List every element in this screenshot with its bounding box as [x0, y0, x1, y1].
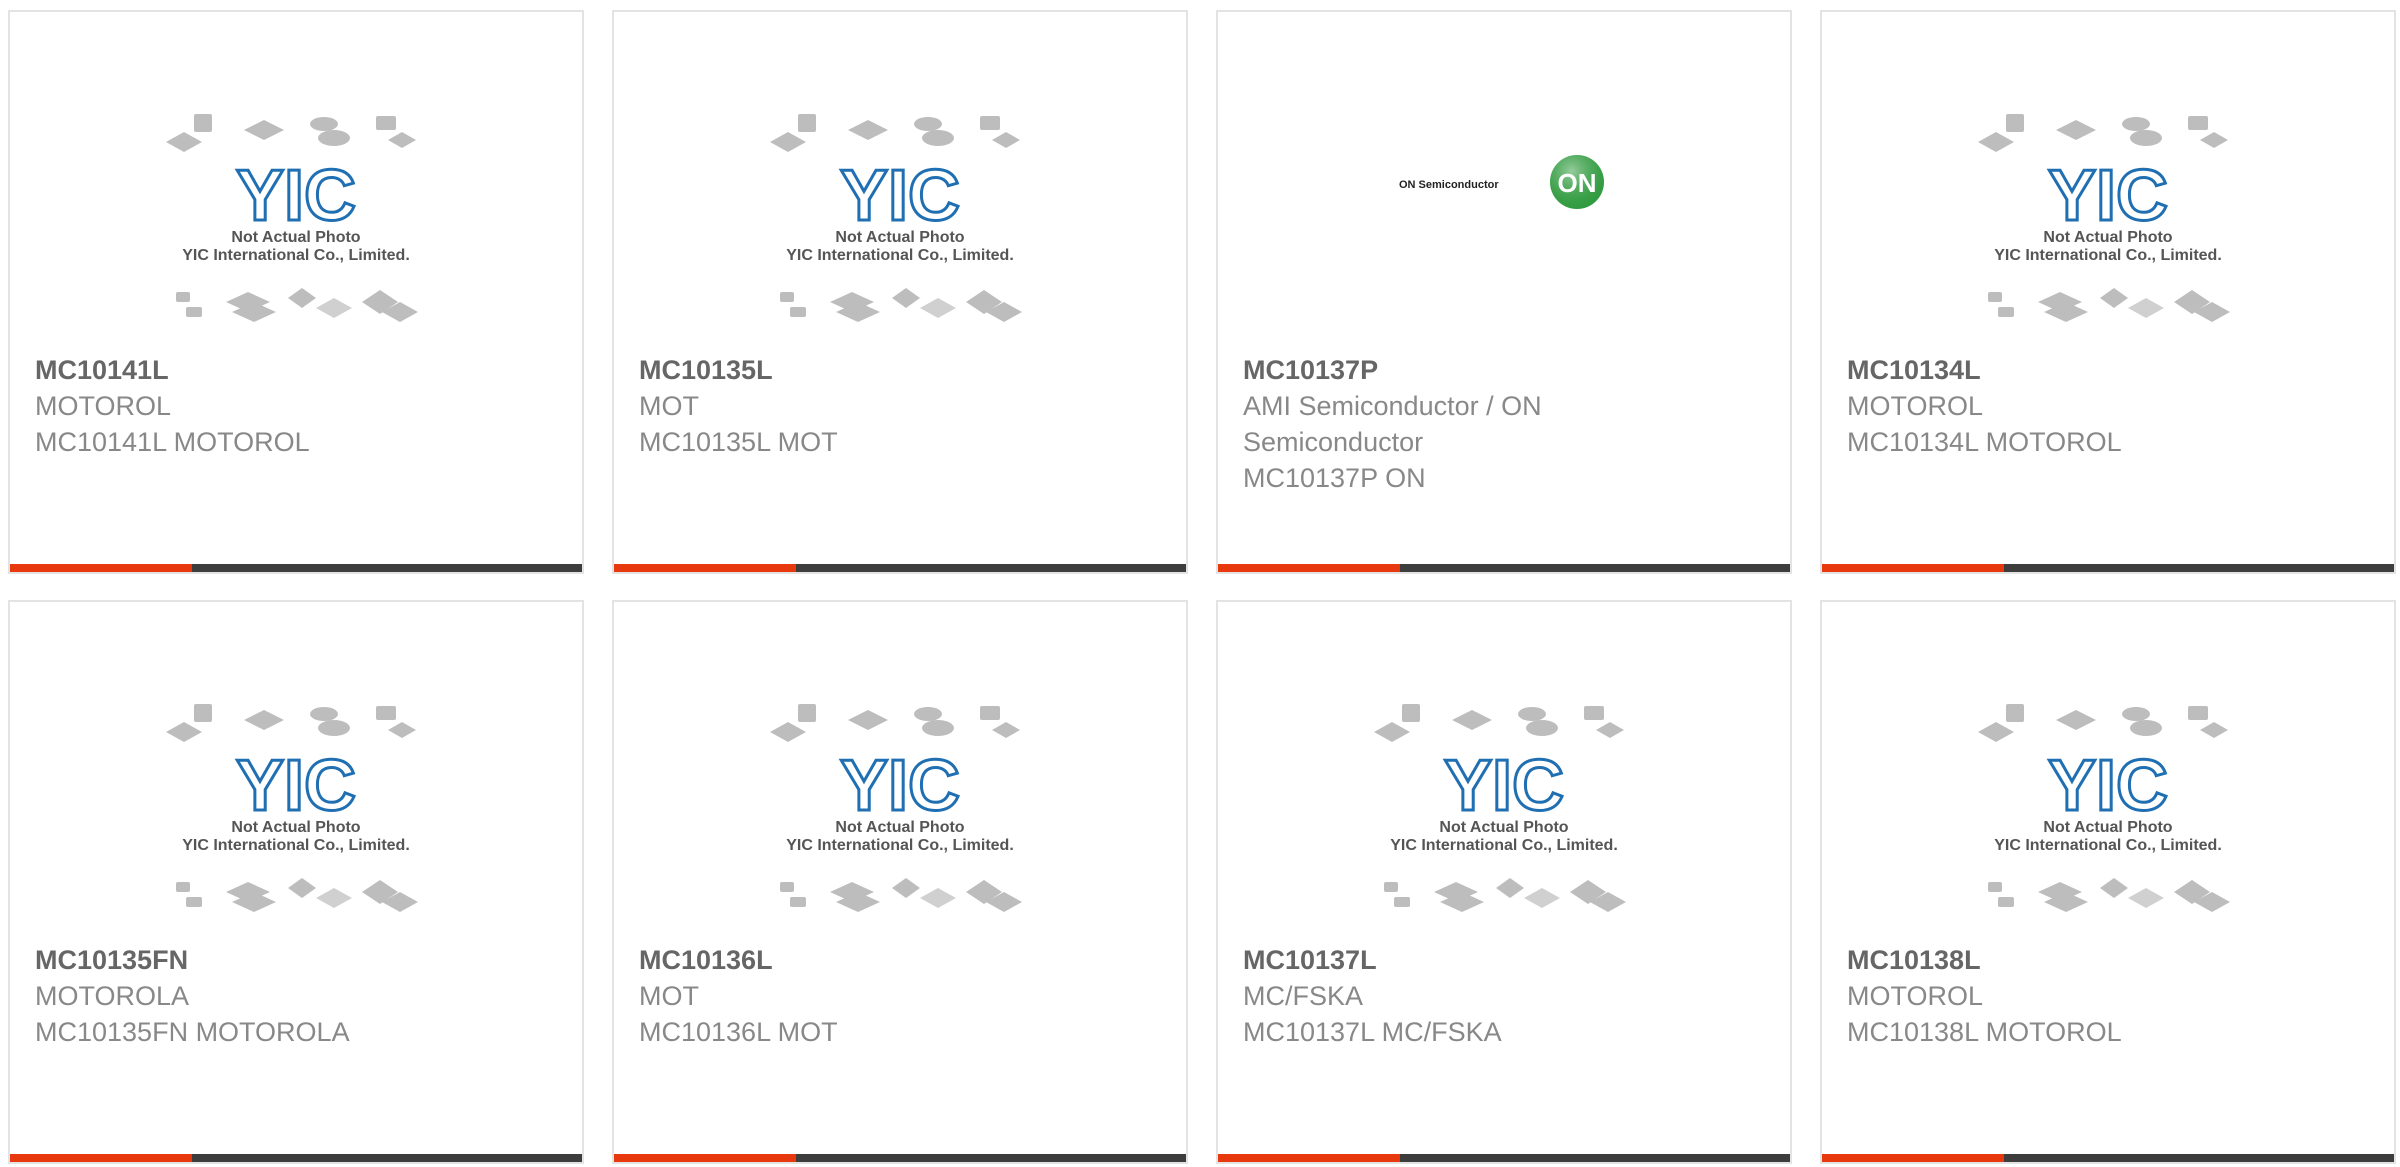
manufacturer: MOTOROL: [1847, 391, 1984, 421]
description: MC10136L MOT: [639, 1017, 838, 1047]
yic-logo-text: YIC: [1444, 746, 1564, 826]
part-number[interactable]: MC10135L: [639, 352, 1161, 388]
part-number[interactable]: MC10135FN: [35, 942, 557, 978]
yic-logo-text: YIC: [2048, 156, 2168, 236]
product-image[interactable]: Not Actual Photo YIC International Co., …: [1822, 102, 2394, 352]
product-card[interactable]: Not Actual Photo YIC International Co., …: [8, 600, 584, 1164]
product-image[interactable]: Not Actual Photo YIC International Co., …: [1218, 692, 1790, 942]
description: MC10141L MOTOROL: [35, 427, 310, 457]
description: MC10137P ON: [1243, 463, 1426, 493]
manufacturer: MOTOROL: [1847, 981, 1984, 1011]
placeholder-line2: YIC International Co., Limited.: [786, 837, 1014, 854]
product-card[interactable]: Not Actual Photo YIC International Co., …: [612, 10, 1188, 574]
placeholder-line2: YIC International Co., Limited.: [786, 247, 1014, 264]
description: MC10135FN MOTOROLA: [35, 1017, 350, 1047]
manufacturer: MOT: [639, 981, 699, 1011]
product-card[interactable]: Not Actual Photo YIC International Co., …: [612, 600, 1188, 1164]
product-image[interactable]: Not Actual Photo YIC International Co., …: [10, 692, 582, 942]
part-number[interactable]: MC10141L: [35, 352, 557, 388]
yic-logo-text: YIC: [840, 156, 960, 236]
card-accent-bar: [10, 564, 192, 572]
card-accent-bar: [1822, 564, 2004, 572]
manufacturer: MOTOROL: [35, 391, 172, 421]
manufacturer: MOTOROLA: [35, 981, 190, 1011]
yic-placeholder-image: Not Actual Photo YIC International Co., …: [1978, 114, 2230, 322]
product-card[interactable]: Not Actual Photo YIC International Co., …: [1820, 600, 2396, 1164]
part-number[interactable]: MC10137P: [1243, 352, 1765, 388]
product-image[interactable]: Not Actual Photo YIC International Co., …: [614, 102, 1186, 352]
manufacturer: AMI Semiconductor / ON Semiconductor: [1243, 391, 1542, 457]
manufacturer: MOT: [639, 391, 699, 421]
card-accent-bar: [10, 1154, 192, 1162]
placeholder-line2: YIC International Co., Limited.: [1994, 247, 2222, 264]
product-card[interactable]: ON Semiconductor ON MC10137P AMI Semicon…: [1216, 10, 1792, 574]
product-grid: Not Actual Photo YIC International Co., …: [0, 0, 2400, 1167]
yic-placeholder-image: Not Actual Photo YIC International Co., …: [770, 114, 1022, 322]
yic-placeholder-image: Not Actual Photo YIC International Co., …: [770, 704, 1022, 912]
placeholder-line2: YIC International Co., Limited.: [182, 837, 410, 854]
yic-logo-text: YIC: [236, 746, 356, 826]
card-accent-bar: [614, 1154, 796, 1162]
product-image[interactable]: ON Semiconductor ON: [1218, 152, 1790, 212]
product-image[interactable]: Not Actual Photo YIC International Co., …: [614, 692, 1186, 942]
on-badge-text: ON: [1558, 168, 1597, 198]
description: MC10134L MOTOROL: [1847, 427, 2122, 457]
on-wordmark: ON Semiconductor: [1399, 179, 1499, 191]
part-number[interactable]: MC10138L: [1847, 942, 2369, 978]
manufacturer: MC/FSKA: [1243, 981, 1364, 1011]
description: MC10135L MOT: [639, 427, 838, 457]
on-semiconductor-logo: ON Semiconductor ON: [1399, 155, 1604, 209]
yic-placeholder-image: Not Actual Photo YIC International Co., …: [1374, 704, 1626, 912]
yic-logo-text: YIC: [840, 746, 960, 826]
yic-logo-text: YIC: [236, 156, 356, 236]
product-card[interactable]: Not Actual Photo YIC International Co., …: [1216, 600, 1792, 1164]
part-number[interactable]: MC10134L: [1847, 352, 2369, 388]
product-card[interactable]: Not Actual Photo YIC International Co., …: [1820, 10, 2396, 574]
product-card[interactable]: Not Actual Photo YIC International Co., …: [8, 10, 584, 574]
part-number[interactable]: MC10136L: [639, 942, 1161, 978]
yic-placeholder-image: Not Actual Photo YIC International Co., …: [166, 114, 418, 322]
part-number[interactable]: MC10137L: [1243, 942, 1765, 978]
description: MC10138L MOTOROL: [1847, 1017, 2122, 1047]
yic-placeholder-image: Not Actual Photo YIC International Co., …: [1978, 704, 2230, 912]
card-accent-bar: [1218, 1154, 1400, 1162]
product-image[interactable]: Not Actual Photo YIC International Co., …: [10, 102, 582, 352]
placeholder-line2: YIC International Co., Limited.: [1994, 837, 2222, 854]
product-image[interactable]: Not Actual Photo YIC International Co., …: [1822, 692, 2394, 942]
description: MC10137L MC/FSKA: [1243, 1017, 1502, 1047]
yic-logo-text: YIC: [2048, 746, 2168, 826]
card-accent-bar: [614, 564, 796, 572]
card-accent-bar: [1218, 564, 1400, 572]
yic-placeholder-image: Not Actual Photo YIC International Co., …: [166, 704, 418, 912]
card-accent-bar: [1822, 1154, 2004, 1162]
placeholder-line2: YIC International Co., Limited.: [182, 247, 410, 264]
placeholder-line2: YIC International Co., Limited.: [1390, 837, 1618, 854]
